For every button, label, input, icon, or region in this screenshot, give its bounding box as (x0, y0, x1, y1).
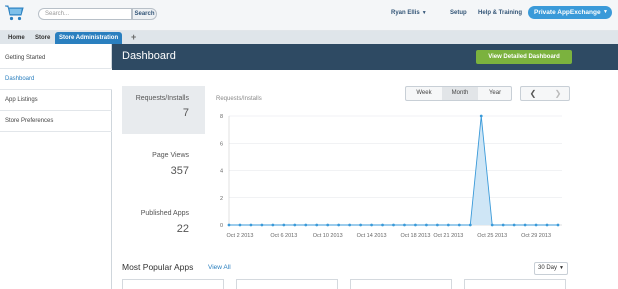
data-point (260, 223, 264, 227)
page-title: Dashboard (122, 50, 176, 62)
data-point (512, 223, 516, 227)
data-point (425, 223, 428, 227)
caret-down-icon: ▼ (559, 265, 564, 271)
data-point (468, 223, 472, 227)
data-point (271, 223, 275, 227)
data-point (479, 114, 483, 118)
data-point (249, 223, 253, 227)
x-tick-label: Oct 6 2013 (270, 233, 297, 239)
y-tick-label: 0 (220, 223, 223, 229)
data-point (304, 223, 308, 227)
y-tick-label: 6 (220, 141, 223, 147)
caret-down-icon: ▼ (421, 10, 427, 16)
stat-label: Published Apps (140, 210, 189, 217)
data-point (457, 223, 461, 227)
app-card[interactable] (464, 279, 566, 289)
x-tick-label: Oct 10 2013 (313, 233, 343, 239)
stat-label: Page Views (152, 152, 189, 159)
range-selector: Week Month Year (405, 86, 512, 101)
user-menu[interactable]: Ryan Ellis ▼ (391, 10, 427, 16)
data-point (403, 223, 406, 227)
range-year-button[interactable]: Year (478, 87, 512, 100)
data-point (282, 223, 286, 227)
setup-link[interactable]: Setup (450, 10, 467, 16)
data-point (414, 223, 417, 227)
stat-page-views: Page Views 357 (122, 146, 205, 194)
x-tick-label: Oct 25 2013 (477, 233, 507, 239)
sidebar: Getting Started Dashboard App Listings S… (0, 44, 112, 289)
sidebar-item-dashboard[interactable]: Dashboard (0, 69, 112, 90)
data-point (501, 223, 505, 227)
x-tick-label: Oct 29 2013 (521, 233, 551, 239)
data-point (315, 223, 319, 227)
cart-logo-icon[interactable] (4, 4, 24, 22)
tab-home[interactable]: Home (4, 32, 29, 44)
period-navigation: ❮ ❯ (520, 86, 570, 101)
period-select-value: 30 Day (538, 265, 558, 271)
period-select[interactable]: 30 Day ▼ (534, 262, 568, 275)
app-switcher-button[interactable]: Private AppExchange ▼ (528, 6, 612, 19)
data-point (523, 223, 527, 227)
data-point (293, 223, 297, 227)
stat-requests-installs: Requests/Installs 7 (122, 86, 205, 134)
next-period-icon[interactable]: ❯ (546, 87, 570, 100)
data-point (370, 223, 373, 227)
tab-store-administration[interactable]: Store Administration (55, 32, 123, 44)
data-point (359, 223, 362, 227)
data-point (326, 223, 330, 227)
data-point (238, 223, 242, 227)
data-point (534, 223, 538, 227)
stat-value: 22 (176, 223, 189, 235)
y-tick-label: 2 (220, 196, 223, 202)
search-input[interactable]: Search... (38, 8, 132, 20)
stat-label: Requests/Installs (135, 95, 189, 102)
sidebar-item-app-listings[interactable]: App Listings (0, 90, 112, 111)
requests-installs-chart: 0 2 4 6 8 Oct 2 2013 Oct 6 2013 Oct 10 2013 Oct … (220, 114, 562, 239)
search-button[interactable]: Search (132, 8, 157, 20)
x-tick-label: Oct 2 2013 (227, 233, 254, 239)
data-point (435, 223, 439, 227)
y-tick-label: 8 (220, 114, 223, 120)
data-point (348, 223, 352, 227)
data-point (490, 223, 494, 227)
previous-period-icon[interactable]: ❮ (521, 87, 545, 100)
chart-title: Requests/Installs (216, 96, 262, 102)
add-tab-button[interactable]: + (131, 31, 136, 44)
x-tick-label: Oct 18 2013 (400, 233, 430, 239)
user-name: Ryan Ellis (391, 10, 420, 16)
sidebar-item-store-preferences[interactable]: Store Preferences (0, 111, 112, 132)
data-point (381, 223, 384, 227)
stat-published-apps: Published Apps 22 (122, 204, 205, 252)
stat-value: 7 (182, 107, 189, 119)
data-point (392, 223, 395, 227)
y-tick-label: 4 (220, 169, 223, 175)
tab-store[interactable]: Store (31, 32, 54, 44)
app-card[interactable] (350, 279, 452, 289)
x-tick-label: Oct 14 2013 (357, 233, 387, 239)
range-week-button[interactable]: Week (406, 87, 442, 100)
data-point (337, 223, 341, 227)
help-training-link[interactable]: Help & Training (478, 10, 522, 16)
range-month-button[interactable]: Month (442, 87, 478, 100)
app-card[interactable] (236, 279, 338, 289)
tab-bar: Home Store Store Administration + (0, 31, 618, 44)
data-point (545, 223, 549, 227)
app-switcher-label: Private AppExchange (534, 9, 601, 16)
top-header: Search... Search Ryan Ellis ▼ Setup Help … (0, 0, 618, 31)
view-detailed-dashboard-button[interactable]: View Detailed Dashboard (476, 50, 572, 64)
sidebar-item-getting-started[interactable]: Getting Started (0, 48, 112, 69)
view-all-link[interactable]: View All (208, 264, 231, 271)
stat-value: 357 (170, 165, 189, 177)
data-point (446, 223, 450, 227)
most-popular-apps-title: Most Popular Apps (122, 262, 194, 272)
caret-down-icon: ▼ (603, 9, 608, 15)
data-point (227, 223, 231, 227)
app-card[interactable] (122, 279, 224, 289)
dashboard-header: Dashboard View Detailed Dashboard (112, 44, 618, 70)
data-point (556, 223, 560, 227)
x-tick-label: Oct 21 2013 (433, 233, 463, 239)
